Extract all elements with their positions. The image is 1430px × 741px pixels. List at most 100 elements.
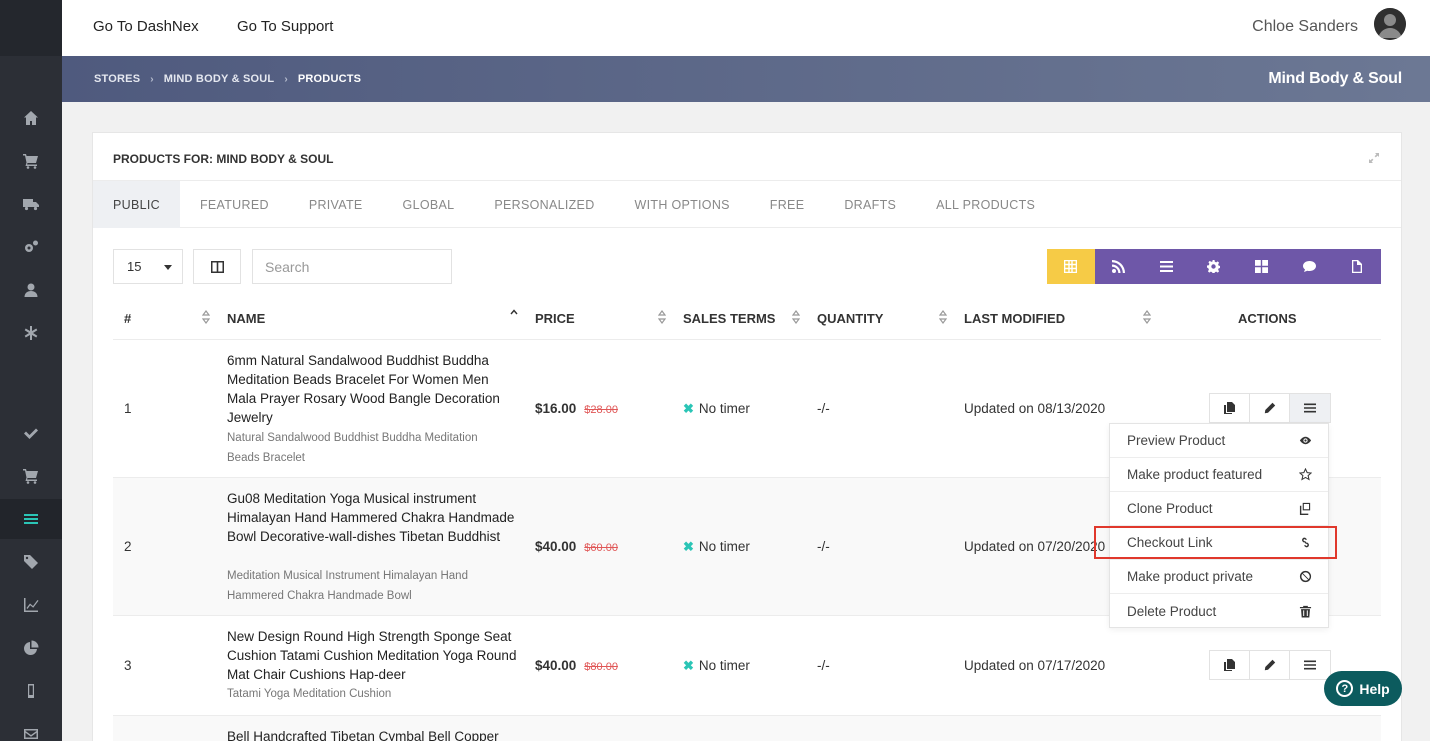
sort-asc-icon[interactable]: [510, 308, 518, 322]
col-name[interactable]: NAME: [227, 311, 265, 326]
rss-button[interactable]: [1094, 249, 1143, 284]
sort-icon[interactable]: [658, 310, 666, 324]
columns-toggle-button[interactable]: [193, 249, 241, 284]
per-page-select[interactable]: 15: [113, 249, 183, 284]
product-name[interactable]: 6mm Natural Sandalwood Buddhist Buddha M…: [227, 351, 517, 427]
x-icon: ✖: [683, 658, 694, 673]
col-quantity[interactable]: QUANTITY: [817, 311, 883, 326]
tab-free[interactable]: FREE: [750, 181, 825, 228]
sales-terms-text: No timer: [698, 401, 750, 416]
mail-icon[interactable]: [0, 714, 62, 741]
more-actions-button[interactable]: [1290, 651, 1330, 679]
breadcrumb-current: PRODUCTS: [297, 73, 362, 85]
sort-icon[interactable]: [792, 310, 800, 324]
edit-button[interactable]: [1250, 651, 1290, 679]
tab-global[interactable]: GLOBAL: [383, 181, 475, 228]
cart-icon-2[interactable]: [0, 456, 62, 496]
tags-icon[interactable]: [0, 542, 62, 582]
go-to-support-link[interactable]: Go To Support: [237, 18, 333, 35]
last-modified: Updated on 08/13/2020: [964, 401, 1106, 416]
star-icon: [1299, 468, 1312, 481]
list-view-button[interactable]: [1142, 249, 1191, 284]
col-price[interactable]: PRICE: [535, 311, 575, 326]
sidebar-top: [0, 0, 62, 56]
breadcrumb-store[interactable]: MIND BODY & SOUL: [164, 73, 275, 85]
go-to-dashnex-link[interactable]: Go To DashNex: [93, 18, 199, 35]
old-price: $80.00: [584, 661, 618, 673]
product-tabs: PUBLIC FEATURED PRIVATE GLOBAL PERSONALI…: [93, 180, 1401, 228]
breadcrumb-bar: STORES › MIND BODY & SOUL › PRODUCTS Min…: [62, 56, 1430, 102]
copy-icon: [1223, 659, 1235, 671]
delete-product-item[interactable]: Delete Product: [1110, 594, 1328, 628]
menu-item-label: Clone Product: [1127, 501, 1213, 516]
tab-personalized[interactable]: PERSONALIZED: [474, 181, 614, 228]
tab-all-products[interactable]: ALL PRODUCTS: [916, 181, 1055, 228]
clone-button[interactable]: [1210, 394, 1250, 422]
ban-icon: [1299, 570, 1312, 583]
cart-icon[interactable]: [0, 141, 62, 181]
table-icon: [1064, 260, 1078, 273]
table-view-button[interactable]: [1047, 249, 1095, 284]
tab-public[interactable]: PUBLIC: [93, 181, 180, 228]
last-modified: Updated on 07/17/2020: [964, 658, 1106, 673]
tab-featured[interactable]: FEATURED: [180, 181, 289, 228]
asterisk-icon[interactable]: [0, 313, 62, 353]
question-icon: ?: [1336, 680, 1354, 697]
mobile-icon[interactable]: [0, 671, 62, 711]
x-icon: ✖: [683, 401, 694, 416]
price-value: $40.00: [535, 658, 577, 673]
breadcrumb-stores[interactable]: STORES: [94, 73, 140, 85]
sort-icon[interactable]: [202, 310, 210, 324]
make-private-item[interactable]: Make product private: [1110, 560, 1328, 594]
user-icon[interactable]: [0, 270, 62, 310]
product-name[interactable]: New Design Round High Strength Sponge Se…: [227, 627, 517, 684]
settings-button[interactable]: [1190, 249, 1238, 284]
product-name[interactable]: Bell Handcrafted Tibetan Cymbal Bell Cop…: [227, 727, 527, 741]
truck-icon[interactable]: [0, 184, 62, 224]
sort-icon[interactable]: [1143, 310, 1151, 324]
tab-with-options[interactable]: WITH OPTIONS: [615, 181, 750, 228]
export-button[interactable]: [1333, 249, 1381, 284]
table-header: # NAME PRICE SALES TERMS QUANTITY LAST M…: [113, 298, 1381, 340]
products-list-icon[interactable]: [0, 499, 62, 539]
row-actions: [1209, 393, 1331, 423]
more-actions-button[interactable]: [1290, 394, 1330, 422]
user-name[interactable]: Chloe Sanders: [1252, 18, 1358, 36]
edit-button[interactable]: [1250, 394, 1290, 422]
comments-button[interactable]: [1285, 249, 1334, 284]
chevron-right-icon: ›: [150, 73, 154, 85]
search-input[interactable]: [265, 258, 445, 275]
menu-item-label: Make product private: [1127, 569, 1254, 584]
col-last-modified[interactable]: LAST MODIFIED: [964, 311, 1065, 326]
make-featured-item[interactable]: Make product featured: [1110, 458, 1328, 492]
expand-icon[interactable]: [1369, 153, 1379, 163]
product-price: $16.00 $28.00: [535, 401, 618, 416]
tab-drafts[interactable]: DRAFTS: [824, 181, 916, 228]
rss-icon: [1112, 260, 1126, 273]
product-name[interactable]: Gu08 Meditation Yoga Musical instrument …: [227, 489, 517, 546]
copy-icon: [1299, 502, 1311, 515]
comment-icon: [1302, 261, 1316, 272]
pie-chart-icon[interactable]: [0, 628, 62, 668]
old-price: $60.00: [584, 542, 618, 554]
trash-icon: [1299, 605, 1312, 618]
line-chart-icon[interactable]: [0, 585, 62, 625]
chevron-right-icon: ›: [284, 73, 288, 85]
tab-private[interactable]: PRIVATE: [289, 181, 383, 228]
check-icon[interactable]: [0, 413, 62, 453]
last-modified: Updated on 07/20/2020: [964, 539, 1106, 554]
clone-product-item[interactable]: Clone Product: [1110, 492, 1328, 526]
row-number: 2: [124, 539, 132, 554]
avatar[interactable]: [1374, 8, 1406, 40]
home-icon[interactable]: [0, 98, 62, 138]
preview-product-item[interactable]: Preview Product: [1110, 424, 1328, 458]
grid-view-button[interactable]: [1237, 249, 1286, 284]
quantity: -/-: [817, 539, 830, 554]
clone-button[interactable]: [1210, 651, 1250, 679]
sort-icon[interactable]: [939, 310, 947, 324]
top-bar: Go To DashNex Go To Support Chloe Sander…: [62, 0, 1430, 56]
cogs-icon[interactable]: [0, 227, 62, 267]
col-sales-terms[interactable]: SALES TERMS: [683, 311, 775, 326]
help-button[interactable]: ? Help: [1324, 671, 1402, 706]
col-number[interactable]: #: [124, 311, 131, 326]
